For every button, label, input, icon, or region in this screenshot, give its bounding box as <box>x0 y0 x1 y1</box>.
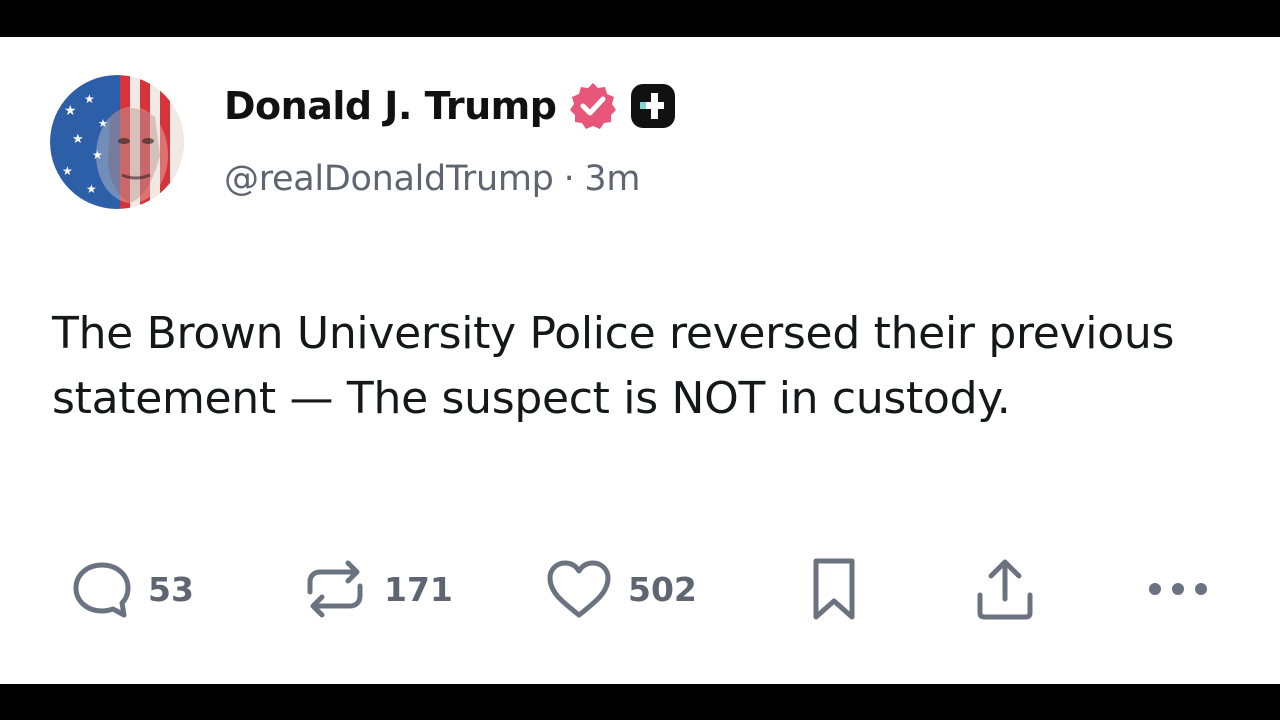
repost-button[interactable]: 171 <box>300 555 453 623</box>
share-button[interactable] <box>972 555 1038 623</box>
plus-badge-icon <box>630 83 676 129</box>
svg-text:★: ★ <box>64 103 77 119</box>
post-body-text: The Brown University Police reversed the… <box>52 308 1175 424</box>
verified-badge-icon <box>568 81 618 131</box>
post-timestamp[interactable]: 3m <box>584 159 640 199</box>
share-upload-icon <box>972 555 1038 623</box>
svg-text:★: ★ <box>92 148 103 162</box>
repost-count: 171 <box>384 569 453 609</box>
author-handle[interactable]: @realDonaldTrump <box>224 159 554 199</box>
post-actions-bar: 53 171 502 <box>0 555 1280 623</box>
avatar-image: ★ ★ ★ ★ ★ ★ ★ <box>50 75 184 209</box>
heart-icon <box>544 557 614 621</box>
like-count: 502 <box>628 569 697 609</box>
avatar[interactable]: ★ ★ ★ ★ ★ ★ ★ <box>50 75 184 209</box>
like-button[interactable]: 502 <box>544 555 697 623</box>
separator-dot: · <box>563 159 575 199</box>
reply-bubble-icon <box>70 557 134 621</box>
svg-text:★: ★ <box>98 117 108 130</box>
reply-button[interactable]: 53 <box>70 555 194 623</box>
author-name-row: Donald J. Trump <box>224 81 676 131</box>
more-dots-icon <box>1146 579 1210 599</box>
letterbox-top <box>0 0 1280 37</box>
bookmark-icon <box>806 555 862 623</box>
reply-count: 53 <box>148 569 194 609</box>
display-name[interactable]: Donald J. Trump <box>224 84 557 128</box>
svg-text:★: ★ <box>86 182 97 196</box>
letterbox-bottom <box>0 684 1280 720</box>
svg-text:★: ★ <box>62 164 73 178</box>
svg-text:★: ★ <box>84 92 95 106</box>
svg-text:★: ★ <box>72 132 84 147</box>
bookmark-button[interactable] <box>806 555 862 623</box>
more-options-button[interactable] <box>1146 555 1210 623</box>
handle-row: @realDonaldTrump · 3m <box>224 159 640 199</box>
post-card: ★ ★ ★ ★ ★ ★ ★ Donald J. Trump @realDonal… <box>0 37 1280 684</box>
repost-arrows-icon <box>300 556 370 622</box>
